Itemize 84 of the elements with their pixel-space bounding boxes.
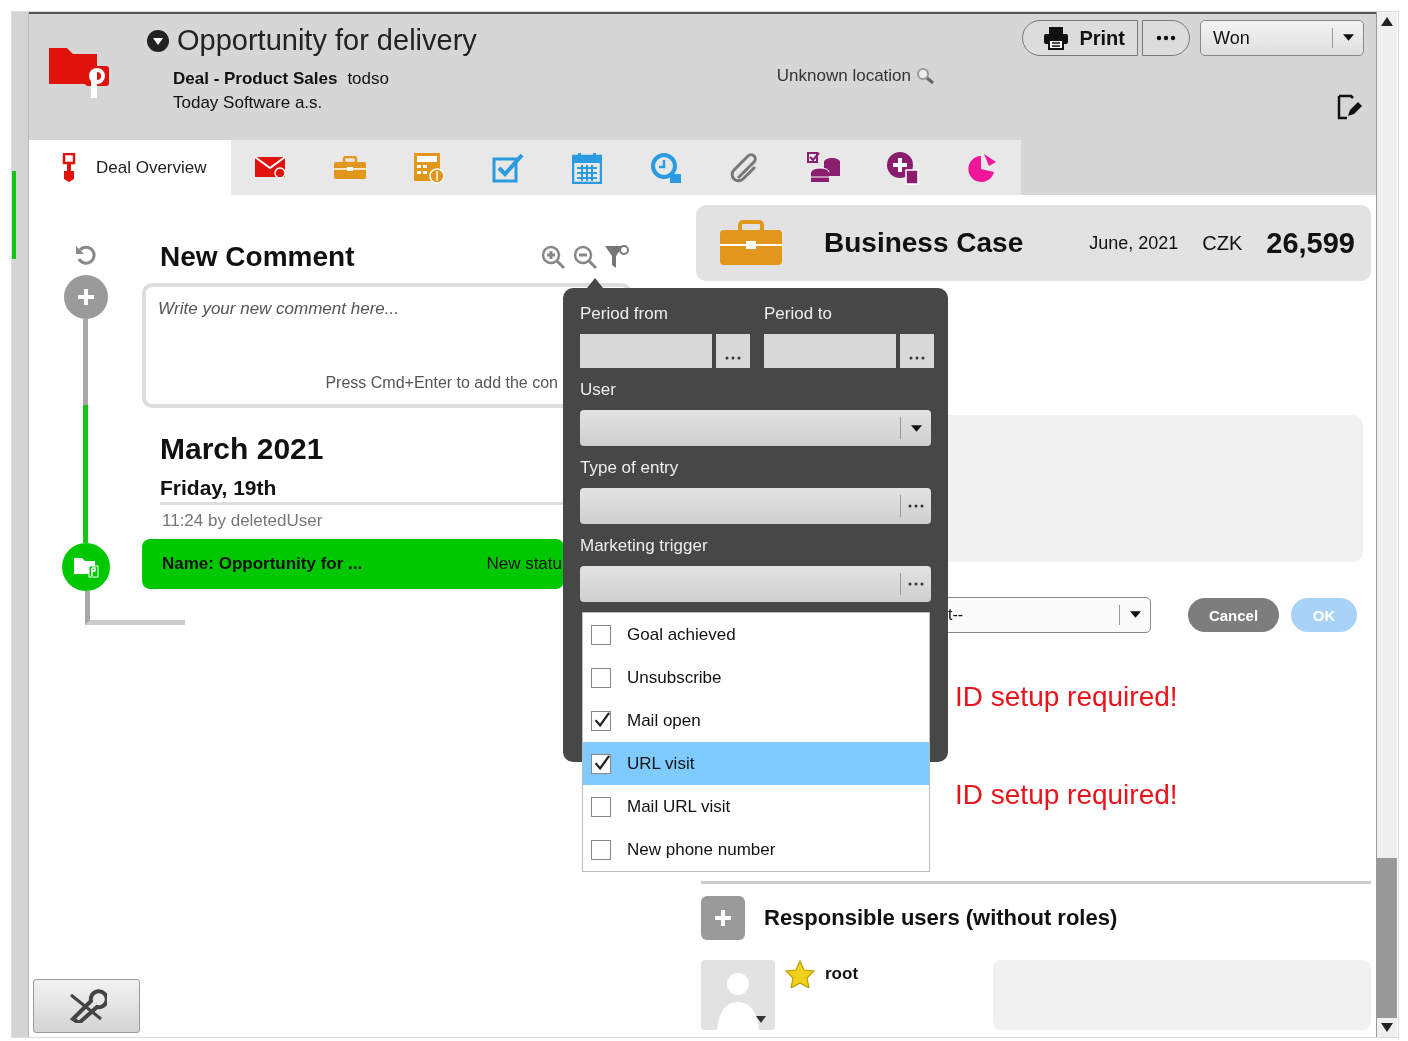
add-comment-button[interactable] xyxy=(63,275,108,319)
dropdown-circle-icon[interactable] xyxy=(147,29,169,52)
business-case-date: June, 2021 xyxy=(1089,232,1179,254)
picker-field[interactable] xyxy=(580,566,931,602)
plus-icon xyxy=(75,287,96,307)
more-icon xyxy=(909,356,925,360)
comment-field[interactable]: Write your new comment here... xyxy=(158,299,399,319)
list-item[interactable]: Unsubscribe xyxy=(583,656,929,699)
list-item[interactable]: Mail open xyxy=(583,699,929,742)
location-text: Unknown location xyxy=(776,66,911,86)
filter-icon[interactable] xyxy=(604,244,630,270)
settings-button[interactable] xyxy=(33,979,140,1033)
caret-icon xyxy=(1129,611,1141,619)
status-select[interactable]: Won xyxy=(1200,20,1364,56)
date-field[interactable] xyxy=(764,334,896,368)
list-item[interactable]: New phone number xyxy=(583,828,929,871)
scroll-up-icon[interactable] xyxy=(1381,17,1393,26)
picker-field[interactable] xyxy=(580,488,931,524)
owner-name: todso xyxy=(347,69,389,89)
more-icon xyxy=(1156,35,1176,41)
checkbox[interactable] xyxy=(591,624,611,645)
checkbox[interactable] xyxy=(591,710,611,731)
plus-icon xyxy=(713,908,733,928)
company-name: Today Software a.s. xyxy=(173,93,324,113)
deal-type: Deal - Product Sales xyxy=(173,69,338,89)
timeline-entry[interactable]: Name: Opportunity for ... New statu xyxy=(142,539,564,589)
warning-text: ID setup required! xyxy=(955,779,1179,812)
coins-icon xyxy=(806,151,841,184)
more-icon xyxy=(908,582,924,586)
scroll-down-icon[interactable] xyxy=(1381,1023,1393,1032)
checkbox[interactable] xyxy=(591,796,611,817)
scrollbar[interactable] xyxy=(1376,12,1397,1037)
ellipsis-button[interactable] xyxy=(716,334,750,368)
field-label: User xyxy=(580,380,617,400)
field-label: Marketing trigger xyxy=(580,536,709,556)
scroll-thumb[interactable] xyxy=(1377,858,1397,1018)
user-name: root xyxy=(825,964,859,984)
briefcase-icon xyxy=(332,155,367,180)
window-title: Opportunity for delivery xyxy=(177,24,477,57)
list-item[interactable]: Mail URL visit xyxy=(583,785,929,828)
entry-meta: 11:24 by deletedUser xyxy=(162,511,324,531)
checkbox[interactable] xyxy=(591,839,611,860)
business-case-title: Business Case xyxy=(824,227,1024,259)
amount: 26,599 xyxy=(1266,226,1355,260)
field-label: Type of entry xyxy=(580,458,680,478)
list-item[interactable]: Goal achieved xyxy=(583,613,929,656)
more-icon xyxy=(908,504,924,508)
section-title: Responsible users (without roles) xyxy=(764,905,1118,931)
envelope-icon xyxy=(253,154,288,181)
field-label: Period to xyxy=(764,304,834,324)
add-user-button[interactable] xyxy=(701,896,745,940)
magnifier-icon[interactable] xyxy=(915,66,935,86)
checkbox[interactable] xyxy=(591,667,611,688)
tab[interactable] xyxy=(231,140,310,195)
zoom-in-icon[interactable] xyxy=(540,244,566,270)
plus-circle-icon xyxy=(885,150,920,185)
more-icon xyxy=(725,356,741,360)
zoom-out-icon[interactable] xyxy=(572,244,598,270)
tab[interactable]: Deal Overview xyxy=(29,140,231,195)
calendar-icon xyxy=(571,151,602,184)
comment-hint: Press Cmd+Enter to add the con xyxy=(325,374,558,392)
pin-icon xyxy=(62,152,76,183)
more-button[interactable] xyxy=(1142,20,1190,56)
checkbox[interactable] xyxy=(591,753,611,774)
date-field[interactable] xyxy=(580,334,712,368)
checkbox-icon xyxy=(491,152,524,183)
calculator-icon xyxy=(412,151,445,184)
list-item[interactable]: URL visit xyxy=(583,742,929,785)
ellipsis-button[interactable] xyxy=(900,334,934,368)
caret-icon xyxy=(910,424,922,432)
folder-badge-icon xyxy=(61,543,110,591)
briefcase-icon xyxy=(720,220,782,266)
currency: CZK xyxy=(1202,231,1243,255)
printer-icon xyxy=(1043,26,1070,50)
undo-icon[interactable] xyxy=(73,243,98,267)
month-heading: March 2021 xyxy=(160,432,325,466)
section-title: New Comment xyxy=(160,241,355,273)
field-label: Period from xyxy=(580,304,669,324)
clock-icon xyxy=(649,151,682,184)
caret-icon xyxy=(1342,34,1354,42)
edit-document-icon[interactable] xyxy=(1336,94,1362,120)
warning-text: ID setup required! xyxy=(955,681,1179,714)
print-button[interactable]: Print xyxy=(1022,20,1138,56)
cancel-button[interactable]: Cancel xyxy=(1188,598,1279,632)
